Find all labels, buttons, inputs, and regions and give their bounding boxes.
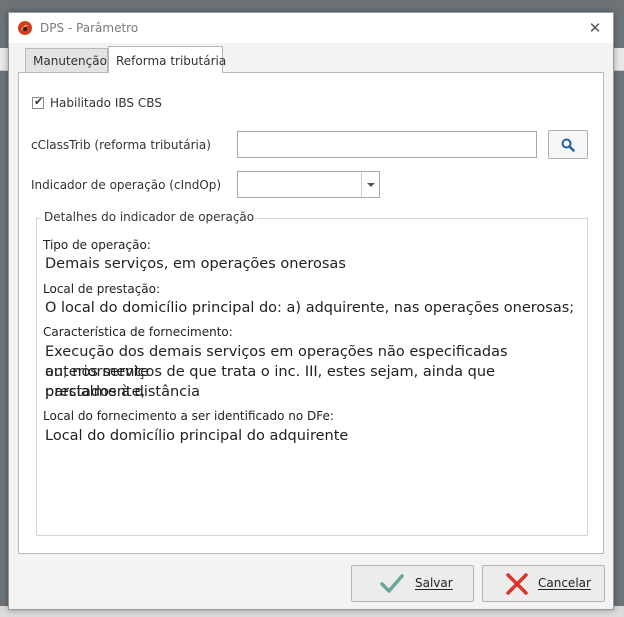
close-icon: ✕ [588, 19, 602, 37]
ibs-cbs-label: Habilitado IBS CBS [50, 96, 162, 110]
tab-manutencao[interactable]: Manutenção [25, 48, 108, 72]
tipo-operacao-value: Demais serviços, em operações onerosas [45, 256, 346, 272]
tab-reforma-tributaria[interactable]: Reforma tributária [108, 46, 226, 73]
title-bar: DPS - Parâmetro ✕ [9, 13, 613, 43]
window-title: DPS - Parâmetro [40, 21, 139, 35]
checkmark-icon: ✔ [34, 95, 44, 108]
local-prestacao-label: Local de prestação: [43, 282, 161, 296]
close-x-icon [506, 573, 528, 595]
dps-parametro-dialog: DPS - Parâmetro ✕ Manutenção Reforma tri… [8, 12, 614, 610]
cclasstrib-label: cClassTrib (reforma tributária) [31, 138, 211, 152]
cindop-label: Indicador de operação (cIndOp) [31, 178, 222, 192]
cancel-button-label: Cancelar [538, 576, 591, 590]
close-button[interactable]: ✕ [585, 18, 605, 38]
tipo-operacao-label: Tipo de operação: [43, 238, 151, 252]
cclasstrib-input[interactable] [237, 131, 537, 158]
caracteristica-value-line3: prestados à distância [45, 384, 201, 400]
search-icon [561, 138, 575, 152]
cclasstrib-search-button[interactable] [548, 130, 588, 159]
chevron-down-icon[interactable] [361, 172, 379, 197]
caracteristica-label: Característica de fornecimento: [43, 325, 233, 339]
local-prestacao-value: O local do domicílio principal do: a) ad… [45, 300, 575, 316]
local-dfe-value: Local do domicílio principal do adquiren… [45, 428, 349, 444]
local-dfe-label: Local do fornecimento a ser identificado… [43, 409, 334, 423]
check-icon [380, 574, 404, 593]
cancel-button[interactable]: Cancelar [482, 565, 605, 602]
save-button[interactable]: Salvar [351, 565, 474, 602]
ibs-cbs-checkbox[interactable]: ✔ [32, 95, 44, 109]
app-logo-icon [18, 21, 32, 35]
cindop-select[interactable] [237, 171, 380, 198]
save-button-label: Salvar [415, 576, 453, 590]
details-legend: Detalhes do indicador de operação [41, 210, 258, 224]
